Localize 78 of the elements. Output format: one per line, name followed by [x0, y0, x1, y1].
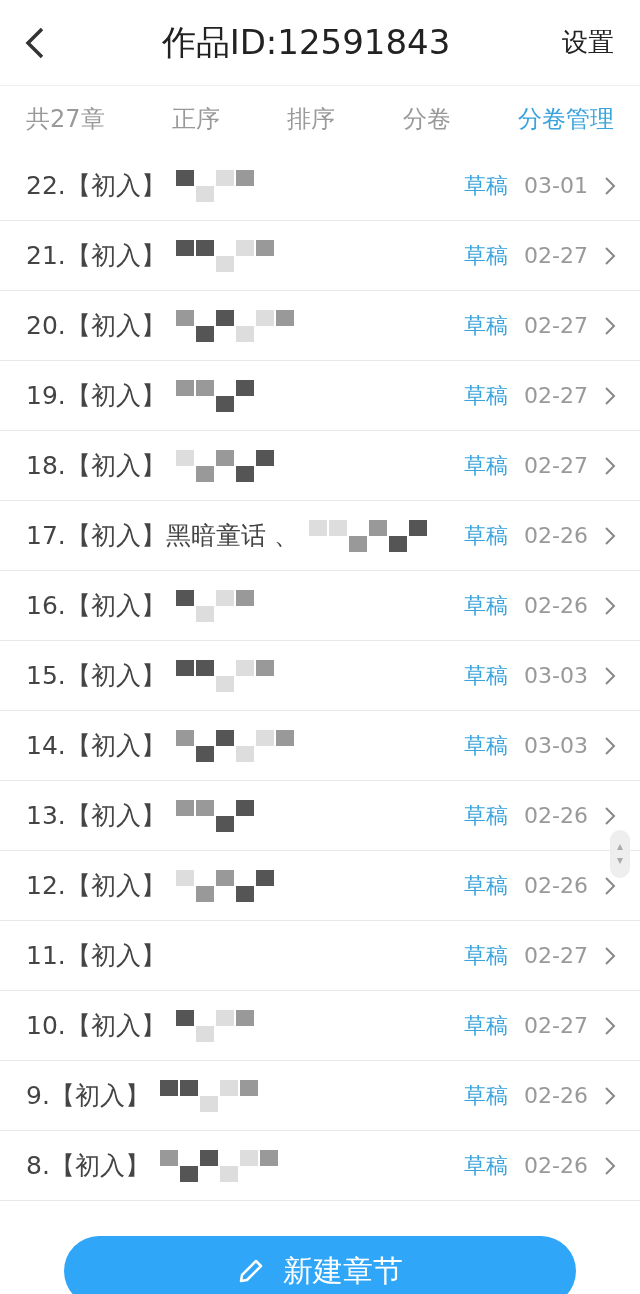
chevron-right-icon: [604, 1155, 616, 1176]
chevron-right-icon: [604, 1015, 616, 1036]
draft-status: 草稿: [464, 1081, 509, 1110]
chapter-date: 03-01: [524, 173, 588, 198]
chapter-title: 21.【初入】: [26, 240, 166, 272]
chapter-date: 02-26: [524, 1153, 588, 1178]
chapter-date: 02-26: [524, 873, 588, 898]
scroll-handle[interactable]: [610, 830, 630, 878]
draft-status: 草稿: [464, 941, 509, 970]
chapter-title: 11.【初入】: [26, 940, 166, 972]
chapter-title: 13.【初入】: [26, 800, 166, 832]
chevron-right-icon: [604, 175, 616, 196]
pencil-icon: [237, 1257, 265, 1285]
chapter-title: 8.【初入】: [26, 1150, 150, 1182]
chevron-right-icon: [604, 735, 616, 756]
chapter-row[interactable]: 9.【初入】 草稿 02-26: [0, 1061, 640, 1131]
chapter-date: 02-27: [524, 383, 588, 408]
chapter-date: 02-27: [524, 243, 588, 268]
chapter-row[interactable]: 18.【初入】 草稿 02-27: [0, 431, 640, 501]
chapter-title: 20.【初入】: [26, 310, 166, 342]
chapter-title: 15.【初入】: [26, 660, 166, 692]
chapter-title: 14.【初入】: [26, 730, 166, 762]
page-title: 作品ID:12591843: [161, 20, 451, 64]
chapter-row[interactable]: 14.【初入】 草稿 03-03: [0, 711, 640, 781]
chapter-date: 02-26: [524, 803, 588, 828]
chapter-date: 03-03: [524, 733, 588, 758]
draft-status: 草稿: [464, 871, 509, 900]
chapter-row[interactable]: 11.【初入】 草稿 02-27: [0, 921, 640, 991]
chapter-date: 02-27: [524, 453, 588, 478]
chapter-date: 02-27: [524, 1013, 588, 1038]
draft-status: 草稿: [464, 731, 509, 760]
chevron-right-icon: [604, 455, 616, 476]
chevron-right-icon: [604, 945, 616, 966]
draft-status: 草稿: [464, 451, 509, 480]
chevron-right-icon: [604, 805, 616, 826]
chapter-date: 03-03: [524, 663, 588, 688]
settings-button[interactable]: 设置: [562, 25, 614, 60]
chapter-title: 18.【初入】: [26, 450, 166, 482]
draft-status: 草稿: [464, 1151, 509, 1180]
chapter-title: 22.【初入】: [26, 170, 166, 202]
chevron-right-icon: [604, 385, 616, 406]
draft-status: 草稿: [464, 171, 509, 200]
draft-status: 草稿: [464, 241, 509, 270]
draft-status: 草稿: [464, 1011, 509, 1040]
chapter-title: 9.【初入】: [26, 1080, 150, 1112]
draft-status: 草稿: [464, 521, 509, 550]
chevron-right-icon: [604, 595, 616, 616]
chapter-count: 共27章: [26, 103, 105, 135]
chapter-date: 02-27: [524, 313, 588, 338]
chevron-right-icon: [604, 875, 616, 896]
chevron-right-icon: [604, 315, 616, 336]
chevron-right-icon: [604, 1085, 616, 1106]
draft-status: 草稿: [464, 661, 509, 690]
chapter-row[interactable]: 17.【初入】黑暗童话 、 草稿 02-26: [0, 501, 640, 571]
draft-status: 草稿: [464, 591, 509, 620]
chapter-row[interactable]: 15.【初入】 草稿 03-03: [0, 641, 640, 711]
chapter-row[interactable]: 20.【初入】 草稿 02-27: [0, 291, 640, 361]
chapter-row[interactable]: 19.【初入】 草稿 02-27: [0, 361, 640, 431]
chevron-right-icon: [604, 525, 616, 546]
chapter-date: 02-26: [524, 593, 588, 618]
chapter-title: 12.【初入】: [26, 870, 166, 902]
draft-status: 草稿: [464, 311, 509, 340]
draft-status: 草稿: [464, 381, 509, 410]
draft-status: 草稿: [464, 801, 509, 830]
chapter-row[interactable]: 16.【初入】 草稿 02-26: [0, 571, 640, 641]
chapter-date: 02-26: [524, 523, 588, 548]
chapter-row[interactable]: 10.【初入】 草稿 02-27: [0, 991, 640, 1061]
chapter-row[interactable]: 21.【初入】 草稿 02-27: [0, 221, 640, 291]
chapter-row[interactable]: 22.【初入】 草稿 03-01: [0, 151, 640, 221]
chapter-title: 10.【初入】: [26, 1010, 166, 1042]
chapter-date: 02-27: [524, 943, 588, 968]
chapter-title: 16.【初入】: [26, 590, 166, 622]
chevron-right-icon: [604, 245, 616, 266]
chapter-title: 17.【初入】黑暗童话 、: [26, 520, 299, 552]
chapter-date: 02-26: [524, 1083, 588, 1108]
chevron-right-icon: [604, 665, 616, 686]
chapter-row[interactable]: 8.【初入】 草稿 02-26: [0, 1131, 640, 1201]
chapter-title: 19.【初入】: [26, 380, 166, 412]
